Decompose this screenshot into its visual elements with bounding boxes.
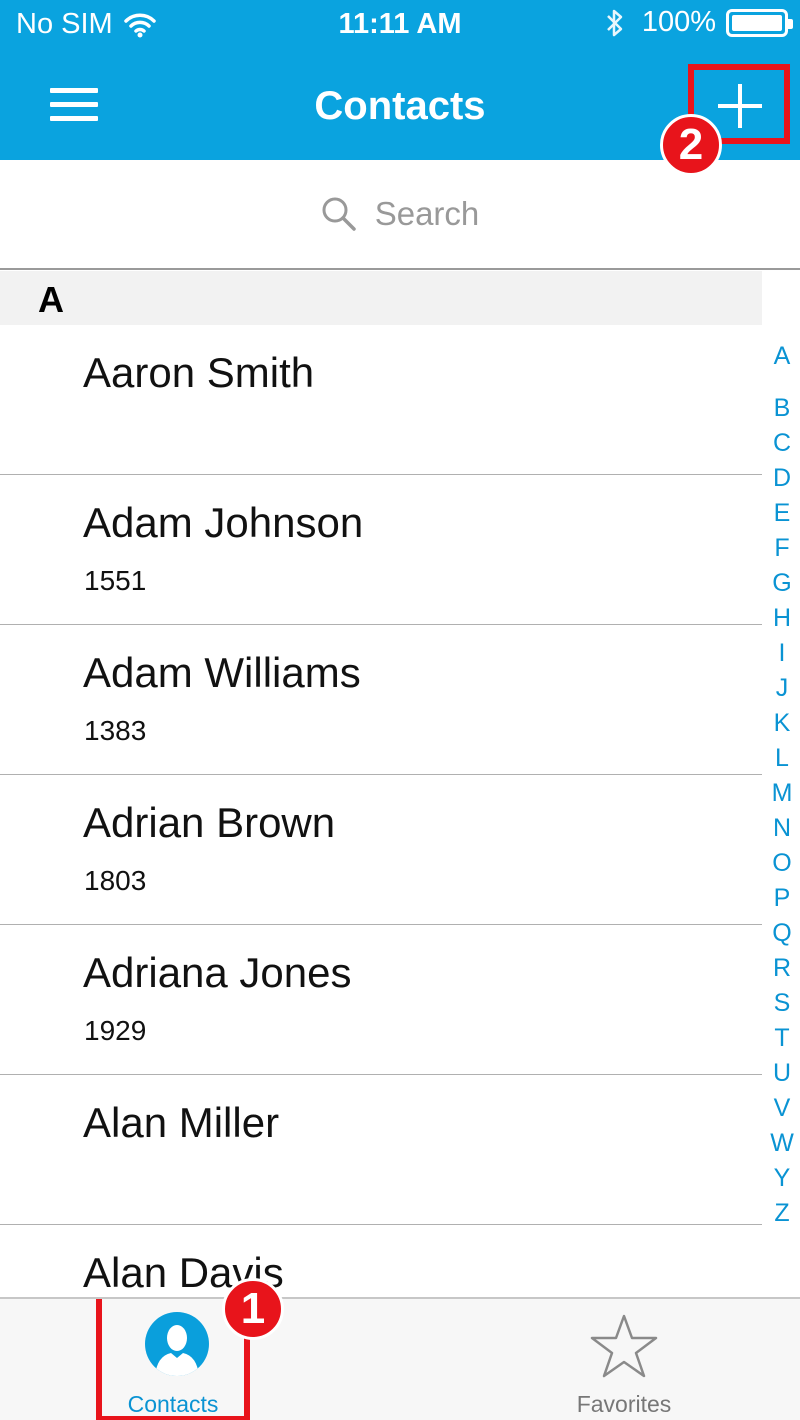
index-letter[interactable]: V	[764, 1094, 800, 1123]
index-letter[interactable]: E	[764, 499, 800, 528]
index-letter[interactable]: M	[764, 779, 800, 808]
contact-number: 1803	[84, 865, 147, 896]
contact-row[interactable]: Adriana Jones 1929	[0, 925, 762, 1075]
battery-icon	[726, 8, 793, 37]
index-letter[interactable]: C	[764, 429, 800, 458]
search-placeholder: Search	[374, 195, 480, 232]
search-icon	[322, 197, 356, 231]
tab-contacts-label: Contacts	[127, 1391, 219, 1417]
contact-row[interactable]: Adam Williams 1383	[0, 625, 762, 775]
index-letter[interactable]: I	[764, 639, 800, 668]
contact-number: 1929	[84, 1015, 147, 1046]
index-letter[interactable]: L	[764, 744, 800, 773]
index-letter[interactable]: K	[764, 709, 800, 738]
plus-icon	[718, 84, 762, 128]
contact-name: Adam Johnson	[83, 499, 364, 546]
bluetooth-icon	[606, 9, 623, 36]
contact-name: Alan Miller	[83, 1099, 280, 1146]
index-letter[interactable]: N	[764, 814, 800, 843]
index-letter[interactable]: H	[764, 604, 800, 633]
contact-number: 1383	[84, 715, 147, 746]
index-letter[interactable]: Z	[764, 1199, 800, 1228]
index-letter[interactable]: Y	[764, 1164, 800, 1193]
contacts-icon	[145, 1312, 209, 1376]
index-letter[interactable]: R	[764, 954, 800, 983]
tab-bar: Contacts Favorites	[0, 1297, 800, 1420]
battery-percent: 100%	[641, 6, 716, 38]
index-letter[interactable]: A	[764, 342, 800, 371]
contact-name: Adam Williams	[83, 649, 361, 696]
index-letter[interactable]: O	[764, 849, 800, 878]
contact-name: Aaron Smith	[83, 349, 315, 396]
index-letter[interactable]: B	[764, 394, 800, 423]
index-letter[interactable]: U	[764, 1059, 800, 1088]
contact-name: Adriana Jones	[83, 949, 352, 996]
status-right: 100%	[604, 6, 793, 39]
contact-row[interactable]: Adrian Brown 1803	[0, 775, 762, 925]
contact-row[interactable]: Aaron Smith	[0, 325, 762, 475]
index-letter[interactable]: J	[764, 674, 800, 703]
index-letter[interactable]: P	[764, 884, 800, 913]
contact-row[interactable]: Alan Miller	[0, 1075, 762, 1225]
tab-favorites[interactable]: Favorites	[554, 1299, 694, 1420]
index-letter[interactable]: F	[764, 534, 800, 563]
star-icon	[590, 1314, 658, 1378]
contact-name: Adrian Brown	[83, 799, 336, 846]
index-letter[interactable]: G	[764, 569, 800, 598]
index-letter[interactable]: Q	[764, 919, 800, 948]
index-letter[interactable]: D	[764, 464, 800, 493]
contact-number: 1551	[84, 565, 147, 596]
step-badge-1: 1	[222, 1278, 284, 1340]
section-header-a: A	[0, 271, 762, 325]
contact-row[interactable]: Adam Johnson 1551	[0, 475, 762, 625]
section-letter: A	[38, 279, 64, 320]
search-bar[interactable]: Search	[0, 160, 800, 270]
index-letter[interactable]: T	[764, 1024, 800, 1053]
index-letter[interactable]: S	[764, 989, 800, 1018]
status-bar: No SIM 11:11 AM 100%	[0, 0, 800, 52]
index-letter[interactable]: W	[764, 1129, 800, 1158]
tab-favorites-label: Favorites	[576, 1391, 672, 1417]
